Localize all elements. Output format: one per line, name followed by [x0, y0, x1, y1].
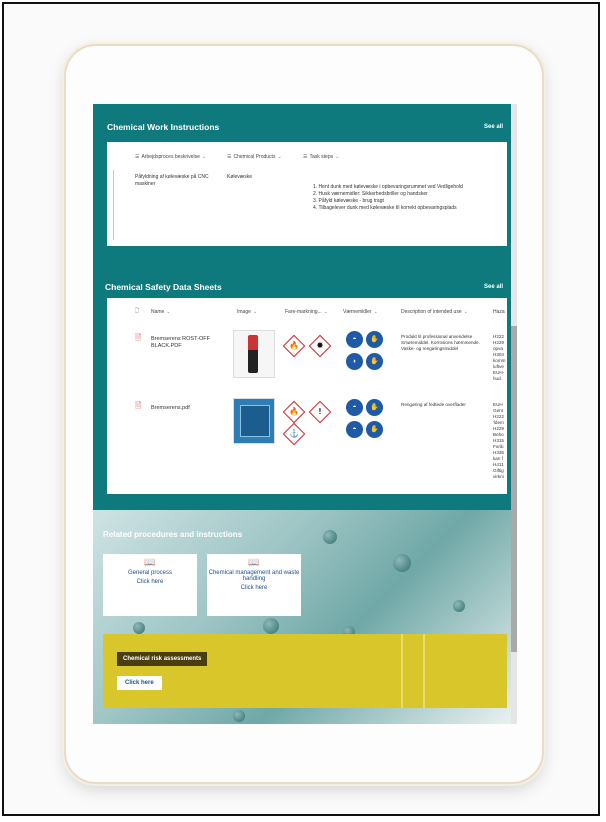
intended-use-description: Rengøring af fedtede overflader	[401, 402, 466, 407]
scrollbar-thumb[interactable]	[511, 326, 517, 652]
column-header-hazard[interactable]: Haza	[493, 309, 505, 315]
exclamation-mark-graphic	[401, 634, 425, 708]
card-general-process[interactable]: 📖 General process Click here	[103, 554, 197, 616]
chevron-down-icon: ⌄	[463, 309, 468, 315]
column-header-products[interactable]: ☰ Chemical Products ⌄	[227, 154, 282, 160]
column-header-image[interactable]: Image ⌄	[237, 309, 257, 315]
intended-use-description: Produkt til professional anvendelse Smør…	[401, 334, 480, 351]
section-title: Chemical Safety Data Sheets	[105, 282, 222, 292]
product-image	[233, 398, 275, 444]
data-sheet-name[interactable]: Bremserens ROST-OFF BLACK.PDF	[151, 336, 221, 350]
column-header-hazard-marking[interactable]: Fare-markning... ⌄	[285, 309, 328, 315]
health-hazard-pictogram: ✸	[308, 334, 332, 358]
work-instructions-list: ☰ Arbejdsproces beskrivelse ⌄ ☰ Chemical Pr…	[107, 142, 507, 246]
flame-pictogram: 🔥	[282, 334, 306, 358]
flame-pictogram: 🔥	[282, 400, 306, 424]
shield-icon: ◗	[345, 352, 364, 371]
safety-data-sheets-list: 🗋 Name ⌄ Image ⌄ Fare-markning... ⌄ Værnemi…	[107, 298, 507, 494]
tablet-screen: Chemical Work Instructions See all ☰ Arbe…	[93, 104, 517, 724]
column-header-description[interactable]: Description of intended use ⌄	[401, 309, 468, 315]
chevron-down-icon: ⌄	[166, 309, 171, 315]
spray-can-image	[248, 335, 258, 373]
process-description[interactable]: Påfyldning af kølevæske på CNC maskiner	[135, 174, 221, 188]
goggles-icon: ◓	[345, 398, 364, 417]
molecule-node	[133, 622, 145, 634]
chevron-down-icon: ⌄	[252, 309, 258, 315]
chevron-down-icon: ⌄	[201, 154, 207, 160]
glove-icon: ✋	[365, 398, 384, 417]
data-sheet-name[interactable]: Bremserens.pdf	[151, 405, 231, 412]
hand-wash-icon: ✋	[365, 352, 384, 371]
chemical-product[interactable]: Kølevæske	[227, 174, 287, 181]
column-header-ppe[interactable]: Værnemidler ⌄	[343, 309, 378, 315]
mask-icon: ◓	[345, 420, 364, 439]
pdf-file-icon: 🗎	[135, 333, 142, 342]
chemical-work-instructions-section: Chemical Work Instructions See all ☰ Arbe…	[93, 104, 511, 274]
card-title: Chemical management and waste handling	[208, 570, 300, 582]
page-scrollbar[interactable]	[511, 104, 517, 724]
related-title: Related procedures and instructions	[103, 530, 243, 539]
click-here-link[interactable]: Click here	[103, 579, 197, 585]
book-icon: 📖	[248, 557, 260, 567]
exclamation-pictogram: !	[308, 400, 332, 424]
hand-icon: ✋	[365, 420, 384, 439]
column-header-name[interactable]: Name ⌄	[151, 309, 171, 315]
task-step: 1. Hent dunk med kølevæske i opbevarings…	[313, 184, 463, 190]
list-icon: ☰	[227, 154, 232, 160]
column-header-task-steps[interactable]: ☰ Task steps ⌄	[303, 154, 339, 160]
list-icon: ☰	[303, 154, 308, 160]
chevron-down-icon: ⌄	[323, 309, 328, 315]
card-title: General process	[127, 570, 173, 576]
see-all-link[interactable]: See all	[484, 284, 503, 290]
chevron-down-icon: ⌄	[277, 154, 282, 160]
book-icon: 📖	[144, 557, 156, 567]
related-procedures-section: Related procedures and instructions 📖 Ge…	[93, 510, 511, 724]
file-type-header-icon: 🗋	[135, 308, 140, 314]
glove-icon: ✋	[365, 330, 384, 349]
molecule-node	[263, 618, 279, 634]
click-here-link[interactable]: Click here	[207, 585, 301, 591]
molecule-node	[233, 710, 245, 722]
row-selector-line	[113, 170, 114, 240]
card-chemical-management[interactable]: 📖 Chemical management and waste handling…	[207, 554, 301, 616]
task-step: 2. Husk værnemidler: Sikkerhedsbriller o…	[313, 191, 428, 197]
task-step: 3. Påfyld kølevæske - brug tragt	[313, 198, 384, 204]
column-header-process[interactable]: ☰ Arbejdsproces beskrivelse ⌄	[135, 154, 206, 160]
chevron-down-icon: ⌄	[335, 154, 340, 160]
task-step: 4. Tilbagelever dunk med kølevæske til k…	[313, 205, 457, 211]
pdf-file-icon: 🗎	[135, 401, 142, 410]
product-box-image	[240, 405, 270, 437]
hazard-statements: EUH Gent H222 'ldem H229 Beho H315 Foråi…	[493, 402, 504, 479]
molecule-node	[393, 554, 411, 572]
task-steps: 1. Hent dunk med kølevæske i opbevarings…	[313, 184, 503, 212]
chemical-risk-banner: Chemical risk assessments Click here	[103, 634, 507, 708]
risk-assessments-label: Chemical risk assessments	[117, 652, 208, 666]
environment-pictogram: ⚓	[282, 422, 306, 446]
mask-icon: ◓	[345, 330, 364, 349]
chemical-safety-data-sheets-section: Chemical Safety Data Sheets See all 🗋 Na…	[93, 274, 511, 510]
chevron-down-icon: ⌄	[373, 309, 378, 315]
hazard-statements: H222 H229 opva H304 komm luftve EUH- hud…	[493, 334, 506, 381]
section-title: Chemical Work Instructions	[107, 122, 220, 132]
product-image	[233, 330, 275, 378]
molecule-node	[323, 530, 337, 544]
see-all-link[interactable]: See all	[484, 124, 503, 130]
list-icon: ☰	[135, 154, 140, 160]
molecule-node	[453, 600, 465, 612]
risk-click-here-button[interactable]: Click here	[117, 676, 162, 690]
